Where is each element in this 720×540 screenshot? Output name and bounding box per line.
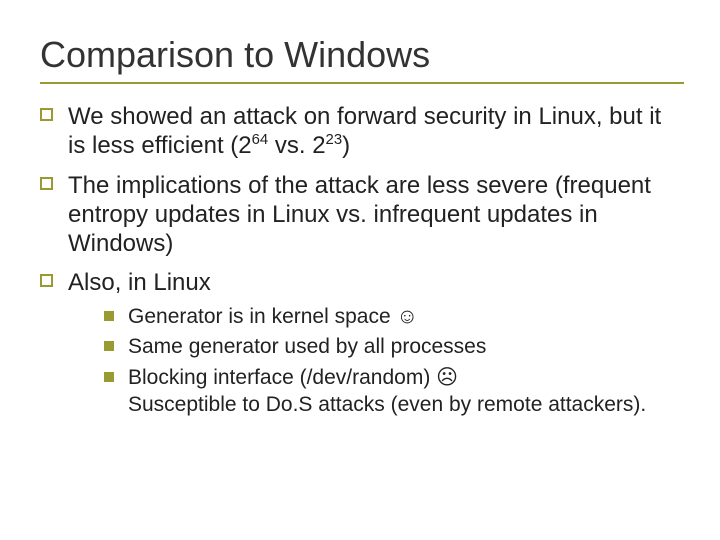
superscript: 64 bbox=[252, 132, 269, 148]
sub-bullet-item-3: Blocking interface (/dev/random) ☹ Susce… bbox=[104, 365, 684, 419]
bullet-text: The implications of the attack are less … bbox=[68, 172, 651, 258]
frown-icon: ☹ bbox=[436, 366, 458, 389]
text-fragment: Susceptible to Do.S attacks (even by rem… bbox=[128, 393, 646, 416]
sub-bullet-list: Generator is in kernel space ☺ Same gene… bbox=[68, 304, 684, 420]
bullet-text: Also, in Linux bbox=[68, 269, 211, 296]
bullet-list: We showed an attack on forward security … bbox=[40, 102, 684, 419]
filled-square-bullet-icon bbox=[104, 341, 114, 351]
slide-title: Comparison to Windows bbox=[40, 34, 684, 76]
text-fragment: Blocking interface (/dev/random) bbox=[128, 366, 436, 389]
text-fragment: Generator is in kernel space bbox=[128, 305, 396, 328]
text-fragment: ) bbox=[342, 132, 350, 159]
text-fragment: We showed an attack on forward security … bbox=[68, 103, 661, 159]
title-underline bbox=[40, 82, 684, 84]
filled-square-bullet-icon bbox=[104, 372, 114, 382]
filled-square-bullet-icon bbox=[104, 311, 114, 321]
sub-bullet-item-2: Same generator used by all processes bbox=[104, 334, 684, 361]
text-fragment: vs. 2 bbox=[268, 132, 325, 159]
superscript: 23 bbox=[326, 132, 343, 148]
sub-bullet-item-1: Generator is in kernel space ☺ bbox=[104, 304, 684, 331]
bullet-text: We showed an attack on forward security … bbox=[68, 103, 661, 159]
square-bullet-icon bbox=[40, 274, 53, 287]
smiley-icon: ☺ bbox=[396, 305, 417, 328]
square-bullet-icon bbox=[40, 108, 53, 121]
bullet-item-2: The implications of the attack are less … bbox=[40, 171, 684, 259]
sub-bullet-text: Blocking interface (/dev/random) ☹ Susce… bbox=[128, 366, 646, 416]
square-bullet-icon bbox=[40, 177, 53, 190]
sub-bullet-text: Same generator used by all processes bbox=[128, 335, 486, 358]
sub-bullet-text: Generator is in kernel space ☺ bbox=[128, 305, 418, 328]
slide: { "title": "Comparison to Windows", "bul… bbox=[0, 0, 720, 540]
bullet-item-3: Also, in Linux Generator is in kernel sp… bbox=[40, 268, 684, 419]
bullet-item-1: We showed an attack on forward security … bbox=[40, 102, 684, 161]
